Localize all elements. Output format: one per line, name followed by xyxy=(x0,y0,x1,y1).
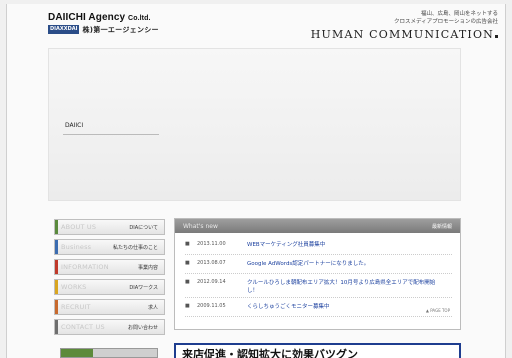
company-logo-jp: DIAXXDAI 株)第一エージェンシー xyxy=(48,25,159,34)
hero-label: DAIICI xyxy=(63,122,159,135)
nav-item-en: RECRUIT xyxy=(61,303,91,311)
hero-visual: DAIICI xyxy=(48,48,461,201)
logo-badge: DIAXXDAI xyxy=(48,25,80,34)
nav-item-recruit[interactable]: RECRUIT 求人 xyxy=(54,299,165,315)
bottom-left-banner[interactable] xyxy=(60,348,158,358)
nav-item-business[interactable]: Business 私たちの仕事のこと xyxy=(54,239,165,255)
company-logo[interactable]: DAIICHI Agency Co.ltd. xyxy=(48,12,151,23)
page-top-link[interactable]: ▲ PAGE TOP xyxy=(426,308,450,313)
news-date: 2013.08.07 xyxy=(197,260,226,266)
logo-jp-text: 株)第一エージェンシー xyxy=(82,25,159,34)
news-item: ■ 2009.11.05 くらしちゅうごくモニター募集中 xyxy=(185,301,452,317)
nav-item-en: Business xyxy=(61,243,92,251)
news-header: What's new 最新情報 xyxy=(175,219,460,233)
banner-green-block xyxy=(61,349,93,357)
news-link[interactable]: Google AdWords認定パートナーになりました。 xyxy=(247,260,437,268)
news-item: ■ 2013.08.07 Google AdWords認定パートナーになりました… xyxy=(185,258,452,274)
nav-accent-bar xyxy=(55,280,58,294)
logo-suffix: Co.ltd. xyxy=(128,15,151,22)
tagline-line1: 福山、広島、岡山をネットする xyxy=(420,11,498,17)
news-list: ■ 2013.11.00 WEBマーケティング社員募集中 ■ 2013.08.0… xyxy=(175,233,460,317)
nav-item-contact[interactable]: CONTACT US お問い合わせ xyxy=(54,319,165,335)
nav-accent-bar xyxy=(55,240,58,254)
tagline-line2: クロスメディアプロモーションの広告会社 xyxy=(393,19,498,25)
nav-item-jp: お問い合わせ xyxy=(127,324,158,331)
news-title: What's new xyxy=(183,222,218,230)
news-panel: What's new 最新情報 ■ 2013.11.00 WEBマーケティング社… xyxy=(174,218,461,330)
nav-item-jp: 求人 xyxy=(147,304,158,311)
bullet-icon: ■ xyxy=(185,260,190,266)
nav-item-jp: 私たちの仕事のこと xyxy=(112,244,158,251)
bullet-icon: ■ xyxy=(185,303,190,309)
nav-accent-bar xyxy=(55,320,58,334)
news-link[interactable]: WEBマーケティング社員募集中 xyxy=(247,241,437,249)
news-item: ■ 2012.09.14 クルールひろしま朝配布エリア拡大！10月号より広島県全… xyxy=(185,277,452,298)
bullet-icon: ■ xyxy=(185,241,190,247)
bullet-icon: ■ xyxy=(185,279,190,285)
logo-text: DAIICHI Agency xyxy=(48,12,126,23)
nav-item-jp: 事業内容 xyxy=(137,264,158,271)
news-date: 2009.11.05 xyxy=(197,303,226,309)
news-item: ■ 2013.11.00 WEBマーケティング社員募集中 xyxy=(185,239,452,255)
brand-wordmark: HUMAN COMMUNICATION xyxy=(311,28,498,41)
nav-item-jp: DIAについて xyxy=(129,224,158,231)
news-date: 2012.09.14 xyxy=(197,279,226,285)
nav-item-about[interactable]: ABOUT US DIAについて xyxy=(54,219,165,235)
nav-item-information[interactable]: INFORMATION 事業内容 xyxy=(54,259,165,275)
nav-item-en: INFORMATION xyxy=(61,263,109,271)
promo-banner[interactable]: 来店促進・認知拡大に効果バツグン xyxy=(174,343,461,358)
nav-item-en: CONTACT US xyxy=(61,323,105,331)
news-date: 2013.11.00 xyxy=(197,241,226,247)
nav-item-jp: DIAワークス xyxy=(129,284,158,291)
nav-item-works[interactable]: WORKS DIAワークス xyxy=(54,279,165,295)
news-link[interactable]: クルールひろしま朝配布エリア拡大！10月号より広島県全エリアで配布開始し！ xyxy=(247,279,437,295)
side-navigation: ABOUT US DIAについて Business 私たちの仕事のこと INFO… xyxy=(54,219,165,339)
promo-banner-text: 来店促進・認知拡大に効果バツグン xyxy=(182,348,358,358)
nav-item-en: ABOUT US xyxy=(61,223,97,231)
news-link[interactable]: くらしちゅうごくモニター募集中 xyxy=(247,303,437,311)
tagline: 福山、広島、岡山をネットする クロスメディアプロモーションの広告会社 xyxy=(358,10,498,26)
nav-accent-bar xyxy=(55,220,58,234)
nav-accent-bar xyxy=(55,260,58,274)
nav-accent-bar xyxy=(55,300,58,314)
nav-item-en: WORKS xyxy=(61,283,87,291)
news-more-link[interactable]: 最新情報 xyxy=(432,223,452,230)
